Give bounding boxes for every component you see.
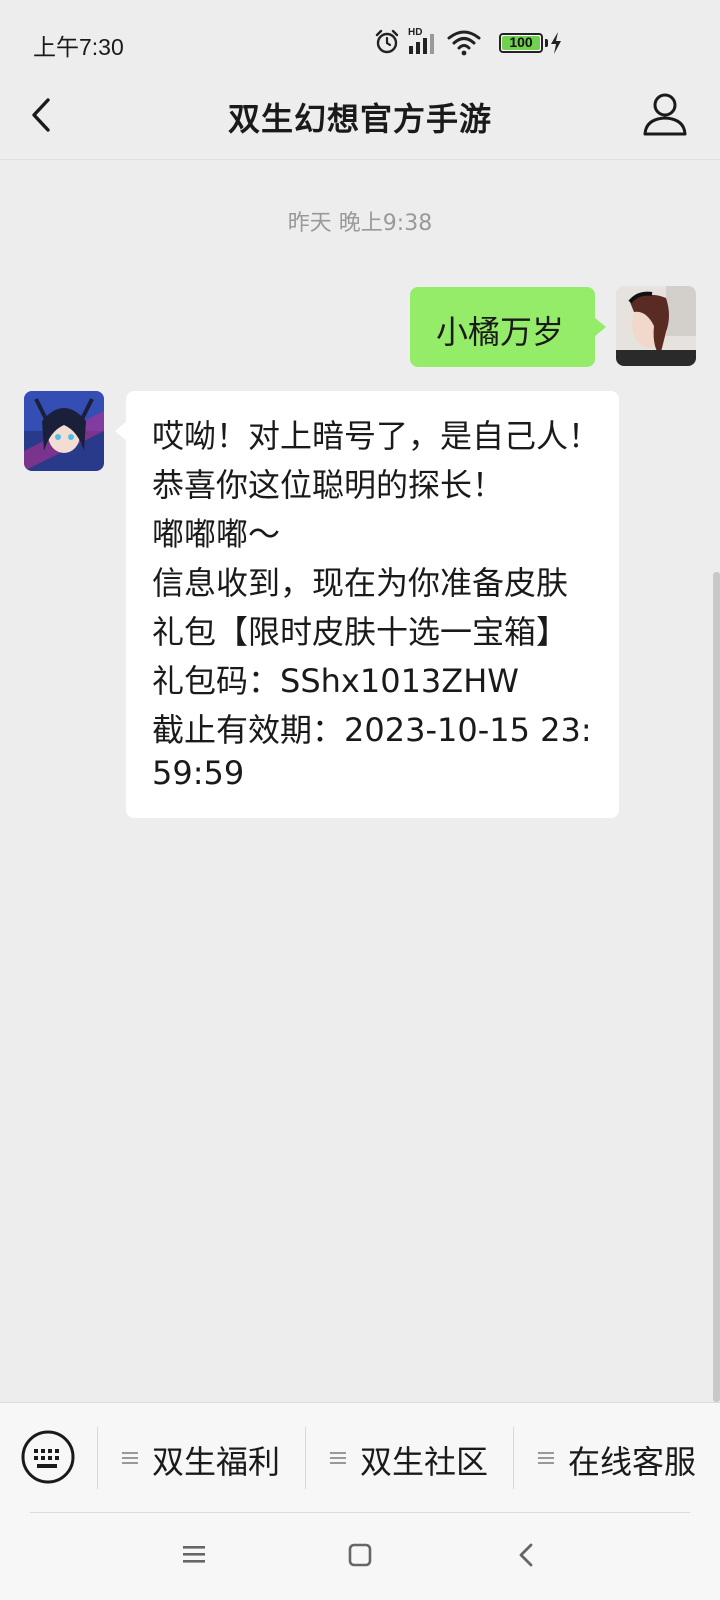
menu-item-customer-service[interactable]: 在线客服 [538,1427,718,1489]
menu-divider [513,1427,514,1489]
charging-icon [551,32,561,54]
profile-icon[interactable] [640,88,690,140]
status-bar: 上午7:30 HD 100 [0,0,720,84]
menu-item-welfare[interactable]: 双生福利 [122,1427,307,1489]
my-message-bubble[interactable]: 小橘万岁 [410,287,606,367]
signal-icon [409,34,434,54]
chat-header: 双生幻想官方手游 [0,84,720,160]
chat-timestamp: 昨天 晚上9:38 [287,211,433,236]
scrollbar[interactable] [713,572,720,1402]
menu-item-label: 双生福利 [152,1443,281,1481]
bubble-tail [115,421,127,441]
battery-level: 100 [509,34,533,50]
message-line: 哎呦！对上暗号了，是自己人！ [152,417,601,455]
home-icon[interactable] [345,1540,375,1570]
message-line: 截止有效期：2023-10-15 23: [152,711,592,749]
wifi-icon [447,30,481,56]
page-title: 双生幻想官方手游 [227,100,492,138]
menu-divider [97,1427,98,1489]
bottom-menu: 双生福利 双生社区 在线客服 [0,1402,720,1515]
avatar-image [24,391,104,471]
recent-apps-icon[interactable] [180,1540,210,1570]
official-message-bubble[interactable]: 哎呦！对上暗号了，是自己人！ 恭喜你这位聪明的探长！ 嘟嘟嘟～ 信息收到，现在为… [115,391,619,818]
menu-lines-icon [122,1452,138,1464]
message-line: 59:59 [152,754,245,792]
avatar-image [616,286,696,366]
bubble-tail [594,317,606,337]
menu-item-label: 双生社区 [360,1443,489,1481]
alarm-icon [375,29,399,54]
menu-lines-icon [330,1452,346,1464]
menu-lines-icon [538,1452,554,1464]
message-text: 小橘万岁 [436,313,565,351]
keyboard-icon[interactable] [20,1429,76,1485]
message-line: 嘟嘟嘟～ [152,515,281,553]
my-avatar[interactable] [616,286,696,366]
message-line: 恭喜你这位聪明的探长！ [152,466,505,504]
status-time: 上午7:30 [33,34,124,60]
battery-tip [545,39,548,47]
menu-divider [305,1427,306,1489]
back-icon[interactable] [512,1540,542,1570]
message-line: 礼包【限时皮肤十选一宝箱】 [152,613,569,651]
message-line: 信息收到，现在为你准备皮肤 [152,564,569,602]
gift-code-line: 礼包码：SShx1013ZHW [152,662,519,700]
divider [30,1512,690,1513]
battery-icon: 100 [499,33,543,53]
menu-item-label: 在线客服 [568,1443,697,1481]
official-account-avatar[interactable] [24,391,104,471]
menu-item-community[interactable]: 双生社区 [330,1427,515,1489]
system-navigation-bar [0,1514,720,1600]
